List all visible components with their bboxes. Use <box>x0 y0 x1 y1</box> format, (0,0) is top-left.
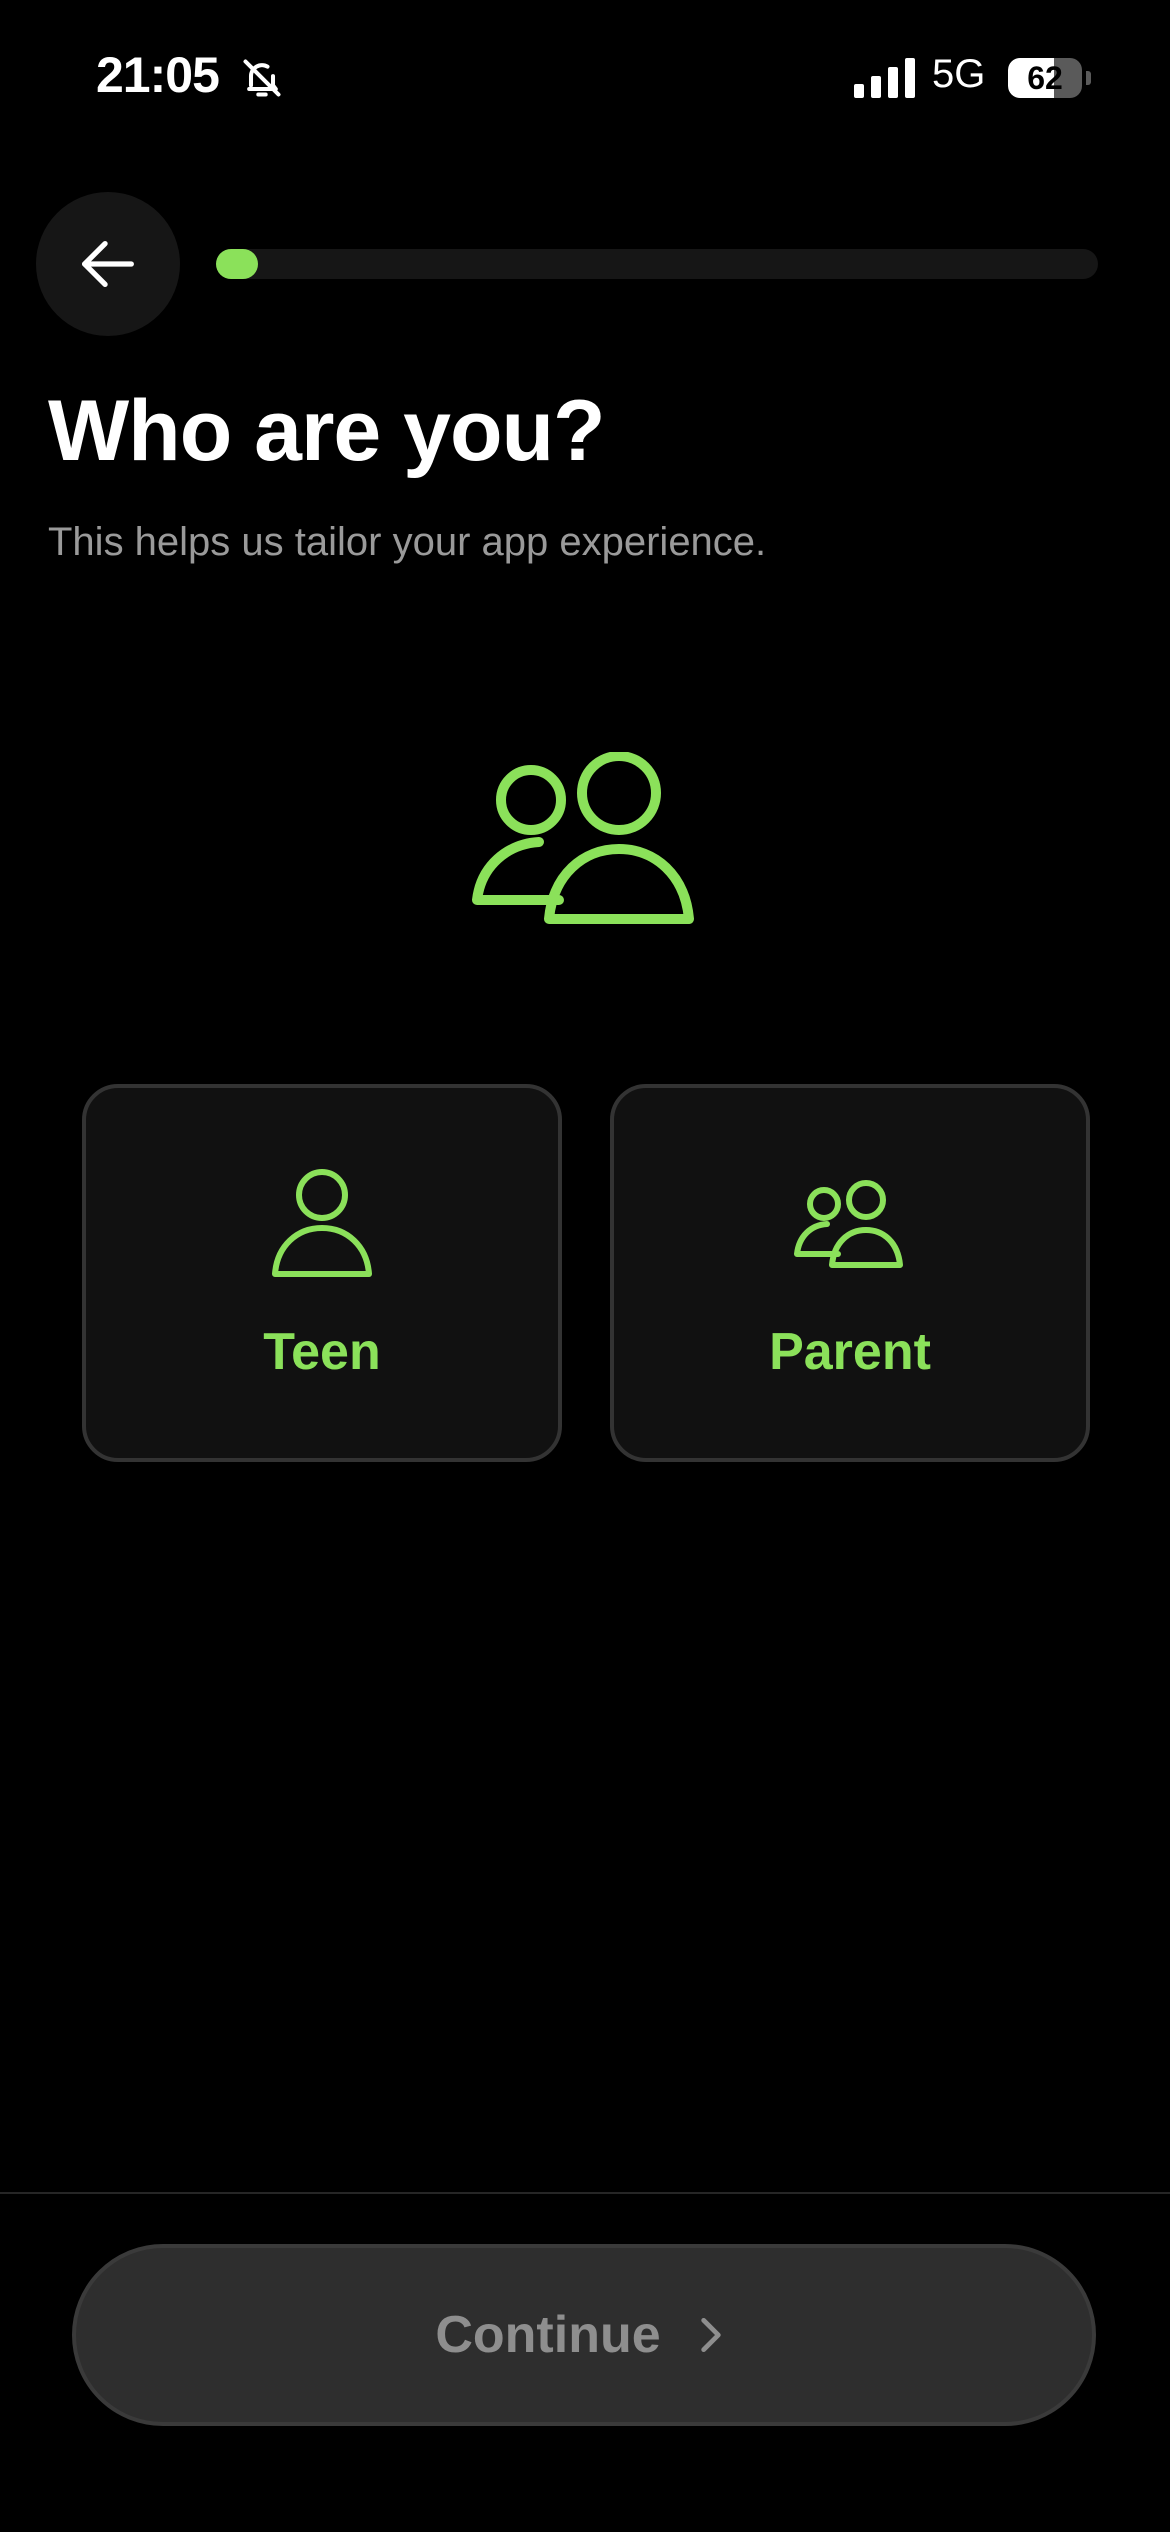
role-card-label: Parent <box>769 1323 931 1381</box>
user-icon <box>272 1169 372 1277</box>
progress-fill <box>216 249 258 279</box>
role-card-label: Teen <box>263 1323 381 1381</box>
footer-divider <box>0 2192 1170 2194</box>
network-label: 5G <box>932 52 986 96</box>
role-card-teen[interactable]: Teen <box>82 1084 562 1462</box>
status-time: 21:05 <box>96 47 220 103</box>
battery-level: 62 <box>1027 60 1063 96</box>
status-bar: 21:05 5G 62 <box>0 0 1170 150</box>
page-title: Who are you? <box>48 383 606 479</box>
users-icon <box>472 752 694 924</box>
role-card-parent[interactable]: Parent <box>610 1084 1090 1462</box>
back-button[interactable] <box>36 192 180 336</box>
continue-label: Continue <box>435 2306 661 2364</box>
bell-muted-icon <box>243 59 281 97</box>
signal-icon <box>854 58 915 98</box>
page-subtitle: This helps us tailor your app experience… <box>48 520 767 564</box>
users-icon <box>794 1180 903 1268</box>
continue-button[interactable]: Continue <box>72 2244 1096 2426</box>
chevron-right-icon <box>700 2317 721 2353</box>
progress-bar <box>216 249 1098 279</box>
arrow-left-icon <box>82 240 134 288</box>
battery-icon: 62 <box>1008 58 1091 98</box>
